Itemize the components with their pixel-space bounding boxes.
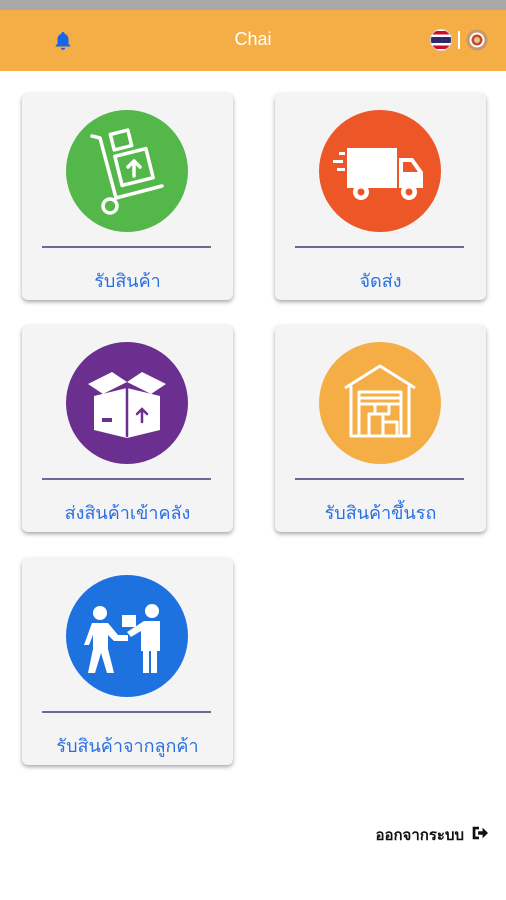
logout-label: ออกจากระบบ bbox=[375, 826, 464, 844]
menu-card-send-to-warehouse[interactable]: ส่งสินค้าเข้าคลัง bbox=[22, 325, 233, 532]
menu-card-label: รับสินค้าจากลูกค้า bbox=[56, 736, 199, 757]
status-bar bbox=[0, 0, 506, 10]
menu-card-receive-goods[interactable]: รับสินค้า bbox=[22, 93, 233, 300]
card-divider bbox=[42, 246, 211, 248]
delivery-truck-icon bbox=[319, 110, 441, 232]
handover-icon bbox=[66, 575, 188, 697]
card-divider bbox=[42, 478, 211, 480]
menu-card-label: จัดส่ง bbox=[359, 271, 402, 292]
menu-card-delivery[interactable]: จัดส่ง bbox=[275, 93, 486, 300]
menu-card-load-onto-vehicle[interactable]: รับสินค้าขึ้นรถ bbox=[275, 325, 486, 532]
sign-out-icon bbox=[470, 824, 488, 846]
menu-card-label: ส่งสินค้าเข้าคลัง bbox=[64, 503, 191, 524]
card-divider bbox=[42, 711, 211, 713]
app-header: Chai bbox=[0, 10, 506, 71]
card-divider bbox=[295, 246, 464, 248]
hand-truck-icon bbox=[66, 110, 188, 232]
menu-card-label: รับสินค้า bbox=[94, 271, 161, 292]
flag-separator bbox=[458, 31, 460, 49]
menu-card-label: รับสินค้าขึ้นรถ bbox=[324, 503, 437, 524]
logout-button[interactable]: ออกจากระบบ bbox=[375, 823, 488, 847]
menu-card-receive-from-customer[interactable]: รับสินค้าจากลูกค้า bbox=[22, 558, 233, 765]
card-divider bbox=[295, 478, 464, 480]
thai-flag-icon[interactable] bbox=[430, 29, 452, 51]
warehouse-icon bbox=[319, 342, 441, 464]
open-box-icon bbox=[66, 342, 188, 464]
profile-icon[interactable] bbox=[466, 29, 488, 51]
